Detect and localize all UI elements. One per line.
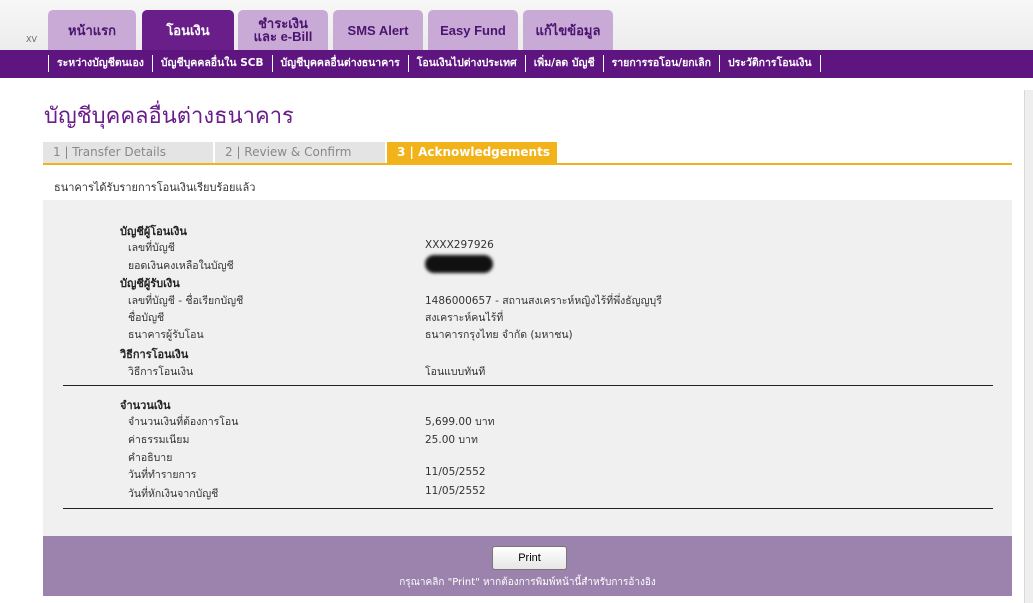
tab-transfer-label: โอนเงิน [166, 22, 210, 38]
sub-navigation: ระหว่างบัญชีตนเอง บัญชีบุคคลอื่นใน SCB บ… [0, 50, 1033, 78]
fee-value: 25.00 บาท [425, 434, 478, 446]
tab-easyfund-label: Easy Fund [440, 22, 506, 38]
fee-label: ค่าธรรมเนียม [128, 434, 190, 446]
tab-payment-label: ชำระเงิน และ e-Bill [253, 16, 313, 44]
scrollbar[interactable] [1024, 90, 1033, 603]
transfer-details-panel: บัญชีผู้โอนเงิน เลขที่บัญชี XXXX297926 ย… [43, 200, 1012, 536]
progress-steps: 1 | Transfer Details 2 | Review & Confir… [43, 142, 1012, 165]
tab-easy-fund[interactable]: Easy Fund [428, 10, 518, 50]
amount-value: 5,699.00 บาท [425, 416, 495, 428]
subnav-own-account[interactable]: ระหว่างบัญชีตนเอง [48, 55, 152, 72]
step-transfer-details: 1 | Transfer Details [43, 142, 213, 163]
tab-home-label: หน้าแรก [68, 22, 116, 38]
received-message: ธนาคารได้รับรายการโอนเงินเรียบร้อยแล้ว [54, 181, 256, 194]
to-name-label: ชื่อบัญชี [128, 312, 165, 324]
from-account-label: เลขที่บัญชี [128, 242, 175, 254]
amount-heading: จำนวนเงิน [120, 399, 171, 412]
version-label: XV [26, 35, 37, 44]
debit-date-value: 11/05/2552 [425, 485, 486, 497]
step-acknowledgements: 3 | Acknowledgements [387, 142, 557, 163]
debit-date-label: วันที่หักเงินจากบัญชี [128, 488, 219, 500]
step-review-confirm: 2 | Review & Confirm [215, 142, 385, 163]
to-name-value: สงเคราะห์คนไร้ที่ [425, 312, 504, 324]
tab-payment-ebill[interactable]: ชำระเงิน และ e-Bill [238, 10, 328, 50]
from-account-heading: บัญชีผู้โอนเงิน [120, 225, 187, 238]
divider-top [63, 385, 993, 386]
transaction-date-value: 11/05/2552 [425, 466, 486, 478]
tab-home[interactable]: หน้าแรก [48, 10, 136, 50]
tab-sms-label: SMS Alert [347, 22, 409, 38]
transaction-date-label: วันที่ทำรายการ [128, 469, 197, 481]
tab-sms-alert[interactable]: SMS Alert [333, 10, 423, 50]
to-account-value: 1486000657 - สถานสงเคราะห์หญิงไร้ที่พึ่ง… [425, 295, 662, 307]
print-footer: Print กรุณาคลิก "Print" หากต้องการพิมพ์ห… [43, 536, 1012, 596]
to-account-heading: บัญชีผู้รับเงิน [120, 277, 180, 290]
subnav-other-scb[interactable]: บัญชีบุคคลอื่นใน SCB [151, 55, 272, 72]
method-heading: วิธีการโอนเงิน [120, 348, 189, 361]
from-account-value: XXXX297926 [425, 239, 494, 251]
page-title: บัญชีบุคคลอื่นต่างธนาคาร [44, 104, 294, 129]
tab-edit-label: แก้ไขข้อมูล [535, 22, 601, 38]
subnav-pending-cancel[interactable]: รายการรอโอน/ยกเลิก [602, 55, 719, 72]
to-account-label: เลขที่บัญชี - ชื่อเรียกบัญชี [128, 295, 244, 307]
to-bank-value: ธนาคารกรุงไทย จำกัด (มหาชน) [425, 329, 573, 341]
method-label: วิธีการโอนเงิน [128, 366, 194, 378]
balance-label: ยอดเงินคงเหลือในบัญชี [128, 260, 234, 272]
tab-edit-profile[interactable]: แก้ไขข้อมูล [523, 10, 613, 50]
subnav-transfer-history[interactable]: ประวัติการโอนเงิน [719, 55, 821, 72]
print-note: กรุณาคลิก "Print" หากต้องการพิมพ์หน้านี้… [399, 577, 656, 588]
subnav-add-remove-account[interactable]: เพิ่ม/ลด บัญชี [524, 55, 603, 72]
subnav-other-bank[interactable]: บัญชีบุคคลอื่นต่างธนาคาร [271, 55, 408, 72]
to-bank-label: ธนาคารผู้รับโอน [128, 329, 204, 341]
print-button[interactable]: Print [492, 546, 567, 570]
amount-label: จำนวนเงินที่ต้องการโอน [128, 416, 239, 428]
tab-transfer[interactable]: โอนเงิน [142, 10, 234, 50]
subnav-international[interactable]: โอนเงินไปต่างประเทศ [407, 55, 525, 72]
method-value: โอนแบบทันที [425, 366, 486, 378]
redacted-balance [425, 255, 493, 273]
description-label: คำอธิบาย [128, 452, 173, 464]
divider-bottom [63, 508, 993, 509]
top-tab-bar: XV หน้าแรก โอนเงิน ชำระเงิน และ e-Bill S… [0, 0, 1033, 50]
